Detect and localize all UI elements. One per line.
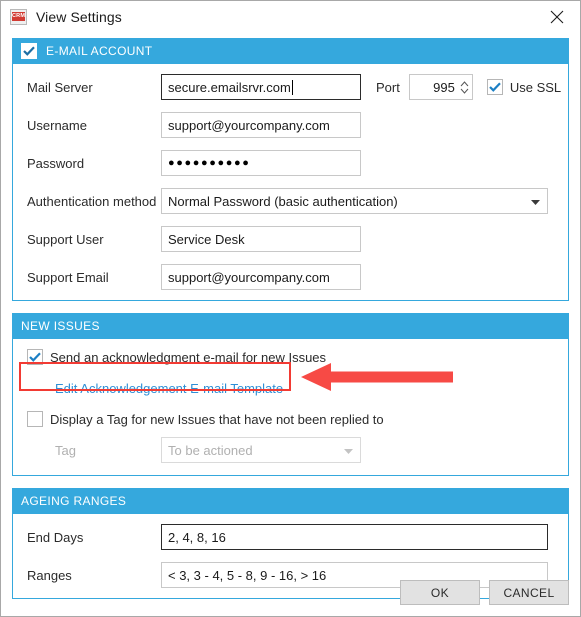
close-icon[interactable] (534, 1, 580, 32)
title-bar: CRM View Settings (1, 1, 580, 32)
display-tag-checkbox[interactable] (27, 411, 43, 427)
support-email-label: Support Email (27, 269, 109, 285)
group-body-new-issues: Send an acknowledgment e-mail for new Is… (13, 339, 568, 475)
row-username: Username support@yourcompany.com (13, 112, 568, 138)
spinner-arrows-icon[interactable] (460, 80, 469, 94)
ranges-value: < 3, 3 - 4, 5 - 8, 9 - 16, > 16 (168, 567, 327, 583)
app-icon-label: CRM (12, 12, 26, 21)
ranges-label: Ranges (27, 567, 72, 583)
edit-acknowledgement-template-link[interactable]: Edit Acknowledgement E-mail Template (55, 381, 283, 396)
group-body-email-account: Mail Server secure.emailsrvr.com Port 99… (13, 64, 568, 300)
row-support-user: Support User Service Desk (13, 226, 568, 252)
port-label: Port (376, 79, 400, 95)
mail-server-label: Mail Server (27, 79, 93, 95)
view-settings-dialog: CRM View Settings E-MAIL ACCOUNT Mail Se… (0, 0, 581, 617)
password-value: ●●●●●●●●●● (168, 157, 251, 169)
group-title-ageing-ranges: AGEING RANGES (21, 494, 127, 508)
row-mail-server: Mail Server secure.emailsrvr.com Port 99… (13, 74, 568, 100)
ok-button[interactable]: OK (400, 580, 480, 605)
support-user-input[interactable]: Service Desk (161, 226, 361, 252)
group-header-new-issues: NEW ISSUES (13, 313, 568, 339)
email-account-enable-checkbox[interactable] (21, 43, 37, 59)
port-stepper[interactable]: 995 (408, 74, 473, 100)
mail-server-input[interactable]: secure.emailsrvr.com (161, 74, 361, 100)
end-days-value: 2, 4, 8, 16 (168, 529, 226, 545)
row-support-email: Support Email support@yourcompany.com (13, 264, 568, 290)
username-input[interactable]: support@yourcompany.com (161, 112, 361, 138)
username-label: Username (27, 117, 87, 133)
chevron-down-icon (344, 443, 353, 458)
use-ssl-label: Use SSL (509, 79, 562, 95)
authentication-method-value: Normal Password (basic authentication) (168, 193, 398, 209)
group-title-new-issues: NEW ISSUES (21, 319, 100, 333)
row-tag: Tag To be actioned (13, 437, 568, 463)
tag-value: To be actioned (168, 442, 253, 458)
password-input[interactable]: ●●●●●●●●●● (161, 150, 361, 176)
authentication-method-label: Authentication method (27, 193, 157, 209)
row-end-days: End Days 2, 4, 8, 16 (13, 524, 568, 550)
crm-app-icon: CRM (10, 8, 27, 25)
send-acknowledgment-checkbox[interactable] (27, 349, 43, 365)
end-days-label: End Days (27, 529, 84, 545)
support-email-value: support@yourcompany.com (168, 269, 330, 285)
authentication-method-select[interactable]: Normal Password (basic authentication) (161, 188, 548, 214)
chevron-down-icon (531, 194, 540, 209)
text-caret (291, 79, 293, 95)
row-password: Password ●●●●●●●●●● (13, 150, 568, 176)
row-display-tag: Display a Tag for new Issues that have n… (13, 411, 568, 427)
group-new-issues: NEW ISSUES Send an acknowledgment e-mail… (12, 313, 569, 476)
window-title: View Settings (36, 8, 122, 25)
group-email-account: E-MAIL ACCOUNT Mail Server secure.emails… (12, 38, 569, 301)
dialog-footer: OK CANCEL (400, 580, 569, 605)
end-days-input[interactable]: 2, 4, 8, 16 (161, 524, 548, 550)
tag-select: To be actioned (161, 437, 361, 463)
tag-label: Tag (55, 442, 76, 458)
use-ssl-group: Use SSL (486, 79, 562, 95)
username-value: support@yourcompany.com (168, 117, 330, 133)
group-header-ageing-ranges: AGEING RANGES (13, 488, 568, 514)
dialog-body: E-MAIL ACCOUNT Mail Server secure.emails… (1, 32, 580, 599)
send-acknowledgment-label: Send an acknowledgment e-mail for new Is… (50, 349, 327, 365)
group-header-email-account: E-MAIL ACCOUNT (13, 38, 568, 64)
cancel-button[interactable]: CANCEL (489, 580, 569, 605)
support-user-label: Support User (27, 231, 104, 247)
group-title-email-account: E-MAIL ACCOUNT (46, 44, 153, 58)
edit-template-link-row: Edit Acknowledgement E-mail Template (27, 375, 568, 401)
support-user-value: Service Desk (168, 231, 245, 247)
support-email-input[interactable]: support@yourcompany.com (161, 264, 361, 290)
display-tag-label: Display a Tag for new Issues that have n… (50, 411, 384, 427)
row-authentication-method: Authentication method Normal Password (b… (13, 188, 568, 214)
row-send-acknowledgment: Send an acknowledgment e-mail for new Is… (13, 349, 568, 365)
use-ssl-checkbox[interactable] (486, 79, 503, 95)
port-value: 995 (433, 79, 455, 95)
mail-server-value: secure.emailsrvr.com (168, 79, 291, 95)
port-group: Port 995 (376, 74, 473, 100)
password-label: Password (27, 155, 85, 171)
